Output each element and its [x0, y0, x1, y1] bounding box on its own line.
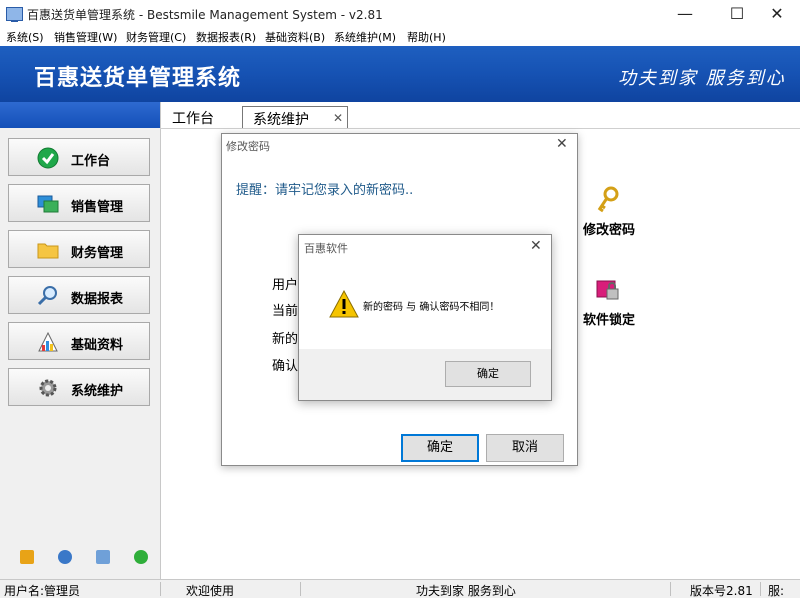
sidebar-item-finance[interactable]: 财务管理	[8, 230, 150, 268]
status-motto: 功夫到家 服务到心	[416, 584, 516, 598]
menu-bar: 系统(S) 销售管理(W) 财务管理(C) 数据报表(R) 基础资料(B) 系统…	[0, 28, 800, 46]
magnifier-icon	[37, 286, 57, 306]
sidebar-item-workbench[interactable]: 工作台	[8, 138, 150, 176]
gear-icon	[39, 379, 57, 397]
message-box: 百惠软件 ✕ 新的密码 与 确认密码不相同！ 确定	[298, 234, 552, 401]
warning-icon	[329, 290, 359, 318]
status-welcome: 欢迎使用	[186, 584, 235, 598]
ok-button[interactable]: 确定	[401, 434, 479, 462]
cancel-button[interactable]: 取消	[486, 434, 564, 462]
status-bar: 用户名:管理员 欢迎使用 功夫到家 服务到心 版本号2.81 服:	[0, 579, 800, 598]
tab-label: 系统维护	[253, 112, 309, 128]
menu-sales[interactable]: 销售管理(W)	[54, 29, 117, 45]
monitor-icon[interactable]	[96, 550, 110, 564]
change-password-label[interactable]: 修改密码	[583, 219, 635, 238]
menu-finance[interactable]: 财务管理(C)	[126, 29, 186, 45]
windows-icon	[37, 195, 59, 213]
title-bar: 百惠送货单管理系统 - Bestsmile Management System …	[0, 0, 800, 28]
confirm-password-label: 确认	[272, 359, 299, 374]
status-separator	[760, 582, 761, 596]
sidebar-item-label: 销售管理	[71, 200, 124, 215]
tab-system-maintenance[interactable]: 系统维护 ✕	[242, 106, 348, 128]
message-box-title: 百惠软件	[304, 242, 348, 255]
folder-icon	[37, 243, 59, 259]
tab-workbench[interactable]: 工作台	[172, 108, 214, 128]
sidebar-item-label: 财务管理	[71, 246, 124, 261]
lock-icon[interactable]	[594, 276, 620, 302]
message-text: 新的密码 与 确认密码不相同！	[363, 302, 500, 313]
status-separator	[300, 582, 301, 596]
menu-system[interactable]: 系统(S)	[6, 29, 44, 45]
minimize-button[interactable]: —	[662, 0, 708, 28]
username-label: 用户	[272, 278, 299, 293]
sidebar: 工作台 销售管理 财务管理 数据报表 基础资料 系统维护	[0, 102, 161, 579]
menu-maintenance[interactable]: 系统维护(M)	[334, 29, 396, 45]
message-box-close-icon[interactable]: ✕	[530, 238, 542, 254]
new-password-label: 新的	[272, 332, 299, 347]
key-icon[interactable]	[20, 550, 34, 564]
status-extra: 服:	[768, 584, 785, 598]
software-lock-label[interactable]: 软件锁定	[583, 309, 635, 328]
dialog-title: 修改密码	[226, 140, 270, 153]
menu-help[interactable]: 帮助(H)	[407, 29, 446, 45]
current-password-label: 当前	[272, 304, 299, 319]
header-banner: 百惠送货单管理系统 功夫到家 服务到心	[0, 46, 800, 102]
password-reminder: 提醒：请牢记您录入的新密码..	[236, 183, 414, 198]
status-separator	[670, 582, 671, 596]
status-separator	[160, 582, 161, 596]
status-user: 用户名:管理员	[4, 584, 81, 598]
sidebar-item-reports[interactable]: 数据报表	[8, 276, 150, 314]
sidebar-item-sales[interactable]: 销售管理	[8, 184, 150, 222]
palette-icon	[38, 331, 58, 352]
app-icon	[6, 7, 23, 22]
dialog-close-icon[interactable]: ✕	[556, 136, 568, 152]
sidebar-item-label: 系统维护	[71, 384, 124, 399]
banner-title: 百惠送货单管理系统	[34, 66, 242, 91]
banner-slogan: 功夫到家 服务到心	[618, 68, 786, 89]
tab-close-icon[interactable]: ✕	[333, 111, 343, 125]
back-arrow-icon[interactable]	[134, 550, 148, 564]
sidebar-item-label: 基础资料	[71, 338, 124, 353]
menu-basic-data[interactable]: 基础资料(B)	[265, 29, 325, 45]
key-icon[interactable]	[596, 186, 622, 214]
close-button[interactable]: ✕	[754, 0, 800, 28]
window-title: 百惠送货单管理系统 - Bestsmile Management System …	[27, 8, 383, 22]
sidebar-item-label: 工作台	[71, 154, 111, 169]
sidebar-header	[0, 102, 160, 128]
clock-icon[interactable]	[58, 550, 72, 564]
message-ok-button[interactable]: 确定	[445, 361, 531, 387]
tab-divider	[160, 128, 800, 129]
sidebar-item-basic-data[interactable]: 基础资料	[8, 322, 150, 360]
sidebar-item-maintenance[interactable]: 系统维护	[8, 368, 150, 406]
sidebar-item-label: 数据报表	[71, 292, 124, 307]
status-version: 版本号2.81	[690, 584, 753, 598]
menu-reports[interactable]: 数据报表(R)	[196, 29, 256, 45]
check-icon	[37, 147, 59, 169]
